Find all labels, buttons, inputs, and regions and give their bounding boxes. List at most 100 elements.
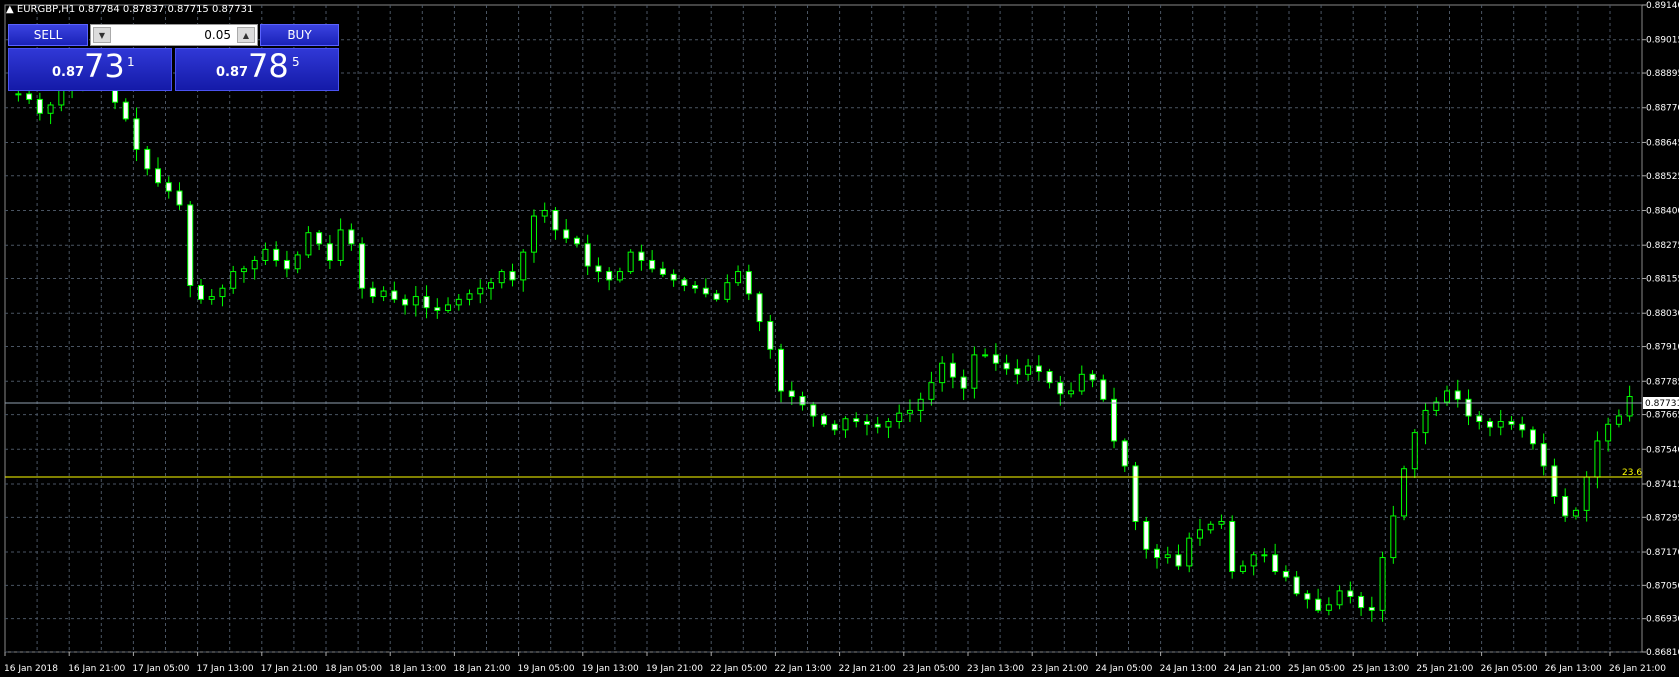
- candle-body: [573, 237, 580, 245]
- time-tick-label: 26 Jan 13:00: [1545, 664, 1602, 674]
- candle-body: [1572, 509, 1579, 517]
- candle-body: [1454, 390, 1461, 400]
- time-tick-label: 17 Jan 21:00: [261, 664, 318, 674]
- candle-body: [530, 215, 537, 253]
- buy-price-sup: 5: [292, 55, 300, 69]
- candle-body: [1497, 421, 1504, 428]
- candle-body: [939, 362, 946, 384]
- time-tick-label: 24 Jan 05:00: [1095, 664, 1152, 674]
- candle-body: [348, 229, 355, 245]
- price-tick-label: 0.88275: [1646, 241, 1679, 251]
- candle-body: [1089, 373, 1096, 381]
- candle-body: [380, 290, 387, 298]
- candle-body: [47, 104, 54, 114]
- candle-body: [960, 376, 967, 389]
- candle-body: [1046, 371, 1053, 384]
- candle-body: [488, 282, 495, 289]
- one-click-trading-panel: SELL ▼ ▲ BUY 0.87 73 1 0.87 78 5: [8, 24, 339, 91]
- candle-body: [1239, 565, 1246, 572]
- candle-body: [1529, 429, 1536, 445]
- candle-body: [273, 248, 280, 261]
- candle-body: [842, 418, 849, 431]
- candle-body: [1358, 595, 1365, 609]
- lot-decrease-button[interactable]: ▼: [93, 27, 111, 43]
- candle-body: [1164, 554, 1171, 559]
- price-tick-label: 0.87170: [1646, 548, 1679, 558]
- candle-body: [1583, 476, 1590, 511]
- candle-body: [1304, 593, 1311, 600]
- lot-size-field: ▼ ▲: [90, 24, 258, 46]
- candle-body: [477, 287, 484, 295]
- candle-body: [230, 271, 237, 289]
- buy-price-quote[interactable]: 0.87 78 5: [175, 47, 339, 91]
- fibonacci-level-label: 23.6: [1622, 468, 1642, 478]
- candle-body: [1111, 398, 1118, 442]
- candle-body: [735, 271, 742, 284]
- price-chart[interactable]: 23.6 0.89140 0.89015 0.88895 0.88770 0.88645…: [0, 0, 1679, 677]
- time-tick-label: 18 Jan 21:00: [453, 664, 510, 674]
- time-tick-label: 18 Jan 13:00: [389, 664, 446, 674]
- buy-button[interactable]: BUY: [260, 24, 339, 46]
- candle-body: [1207, 523, 1214, 531]
- candle-body: [187, 204, 194, 286]
- candle-body: [208, 296, 215, 300]
- candle-body: [702, 287, 709, 295]
- candle-body: [1003, 362, 1010, 370]
- time-tick-label: 26 Jan 05:00: [1481, 664, 1538, 674]
- candle-body: [788, 390, 795, 398]
- candle-body: [1293, 576, 1300, 595]
- candle-body: [144, 148, 151, 170]
- candle-body: [992, 354, 999, 364]
- price-tick-label: 0.88645: [1646, 138, 1679, 148]
- candle-body: [359, 243, 366, 289]
- time-tick-label: 24 Jan 21:00: [1224, 664, 1281, 674]
- sell-price-big: 73: [84, 47, 125, 85]
- candle-body: [15, 93, 22, 96]
- candle-body: [1605, 423, 1612, 442]
- price-tick-label: 0.88030: [1646, 309, 1679, 319]
- candle-body: [1540, 443, 1547, 467]
- candle-body: [724, 282, 731, 300]
- candle-body: [412, 296, 419, 306]
- candle-body: [1121, 440, 1128, 467]
- candle-body: [251, 259, 258, 270]
- candle-body: [681, 279, 688, 286]
- candle-body: [745, 271, 752, 295]
- candle-body: [1132, 465, 1139, 522]
- candle-body: [1422, 409, 1429, 434]
- candle-body: [595, 265, 602, 273]
- symbol-header: ▲ EURGBP,H1 0.87784 0.87837 0.87715 0.87…: [6, 4, 253, 15]
- candle-body: [1390, 515, 1397, 559]
- lot-increase-button[interactable]: ▲: [237, 27, 255, 43]
- candle-body: [337, 229, 344, 261]
- candle-body: [971, 354, 978, 389]
- time-tick-label: 26 Jan 21:00: [1609, 664, 1666, 674]
- time-tick-label: 23 Jan 21:00: [1031, 664, 1088, 674]
- current-price-label: 0.87731: [1645, 399, 1679, 409]
- time-tick-label: 23 Jan 05:00: [903, 664, 960, 674]
- time-tick-label: 25 Jan 13:00: [1352, 664, 1409, 674]
- candle-body: [1486, 421, 1493, 428]
- candle-body: [853, 418, 860, 423]
- price-tick-label: 0.89140: [1646, 1, 1679, 11]
- candle-body: [1508, 421, 1515, 425]
- sell-price-quote[interactable]: 0.87 73 1: [8, 47, 172, 91]
- candle-body: [1035, 365, 1042, 373]
- time-tick-label: 16 Jan 2018: [4, 664, 58, 674]
- candle-body: [982, 354, 989, 357]
- candle-body: [133, 118, 140, 150]
- candle-body: [616, 271, 623, 281]
- candle-body: [756, 293, 763, 323]
- candle-body: [155, 168, 162, 184]
- candle-body: [1476, 415, 1483, 423]
- collapse-arrow-icon[interactable]: ▲: [6, 4, 14, 15]
- candle-body: [1401, 468, 1408, 517]
- candle-body: [917, 398, 924, 411]
- candle-body: [305, 232, 312, 256]
- sell-button[interactable]: SELL: [8, 24, 88, 46]
- candle-body: [874, 423, 881, 428]
- candle-body: [1444, 390, 1451, 403]
- candle-body: [1186, 537, 1193, 567]
- lot-size-input[interactable]: [115, 27, 233, 43]
- candle-body: [316, 232, 323, 245]
